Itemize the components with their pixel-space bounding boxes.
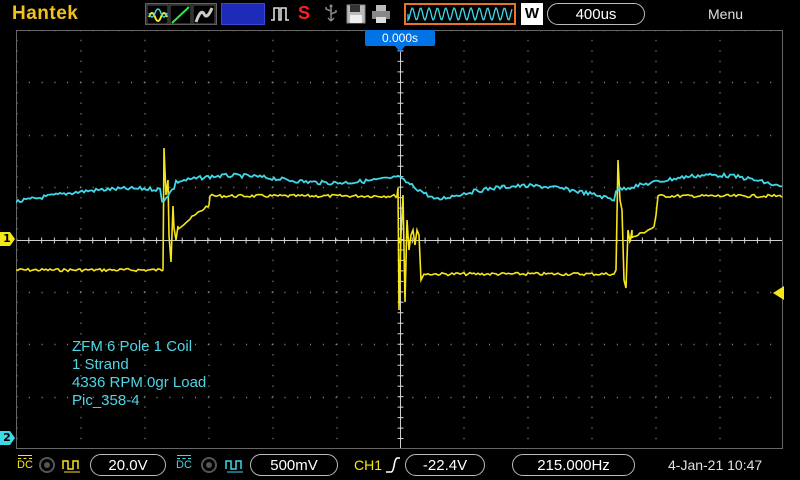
annotation-line: 1 Strand (72, 356, 129, 373)
annotation-line: Pic_358-4 (72, 392, 140, 409)
ch1-volts-div[interactable]: 20.0V (90, 454, 166, 476)
run-pulse-icon[interactable] (270, 4, 290, 24)
ch1-coupling-text: DC (17, 459, 33, 471)
memory-waveform-icon (407, 6, 513, 22)
trigger-position-label[interactable]: 0.000s (365, 30, 435, 46)
ch2-coupling-label[interactable]: DC (175, 455, 193, 471)
ch1-marker-label: 1 (3, 232, 11, 245)
ch1-bw-limit-icon[interactable] (39, 457, 55, 473)
ch2-marker-label: 2 (3, 431, 11, 444)
frequency-readout: 215.000Hz (512, 454, 635, 476)
annotation-line: ZFM 6 Pole 1 Coil (72, 338, 193, 355)
save-disk-icon[interactable] (346, 4, 366, 24)
memory-depth-indicator[interactable] (404, 3, 516, 25)
ch2-bw-limit-icon[interactable] (201, 457, 217, 473)
trigger-level[interactable]: -22.4V (405, 454, 485, 476)
brand-logo: Hantek (12, 3, 79, 24)
annotation-line: 4336 RPM 0gr Load (72, 374, 207, 391)
usb-icon[interactable] (321, 4, 341, 24)
trigger-level-arrow-icon[interactable] (770, 286, 784, 300)
ch2-coupling-text: DC (176, 459, 192, 471)
menu-button[interactable]: Menu (708, 6, 743, 22)
date-time: 4-Jan-21 10:47 (668, 457, 763, 473)
timebase-display[interactable]: 400us (547, 3, 645, 25)
trigger-source-label[interactable]: CH1 (354, 457, 382, 473)
ch1-coupling-label[interactable]: DC (16, 455, 34, 471)
blank-display-box[interactable] (221, 3, 265, 25)
ch1-invert-icon[interactable] (62, 457, 82, 473)
ch2-volts-div[interactable]: 500mV (250, 454, 338, 476)
display-mode-icons[interactable] (145, 3, 217, 25)
trigger-position-arrow-icon (395, 46, 405, 52)
rising-edge-icon[interactable] (385, 456, 401, 474)
waveform-mode-button[interactable]: W (521, 3, 543, 25)
waveform-mode-icons (146, 4, 216, 25)
printer-icon[interactable] (371, 4, 391, 24)
ch2-invert-icon[interactable] (225, 457, 245, 473)
trigger-status-icon[interactable]: S (298, 3, 310, 24)
screen-annotation: ZFM 6 Pole 1 Coil 1 Strand 4336 RPM 0gr … (72, 338, 206, 410)
bottom-bar: DC 20.0V DC 500mV CH1 -22.4V 215.000Hz 4… (0, 450, 800, 480)
ch1-waveform (16, 147, 783, 311)
top-bar: Hantek S W 400us Menu (0, 0, 800, 30)
